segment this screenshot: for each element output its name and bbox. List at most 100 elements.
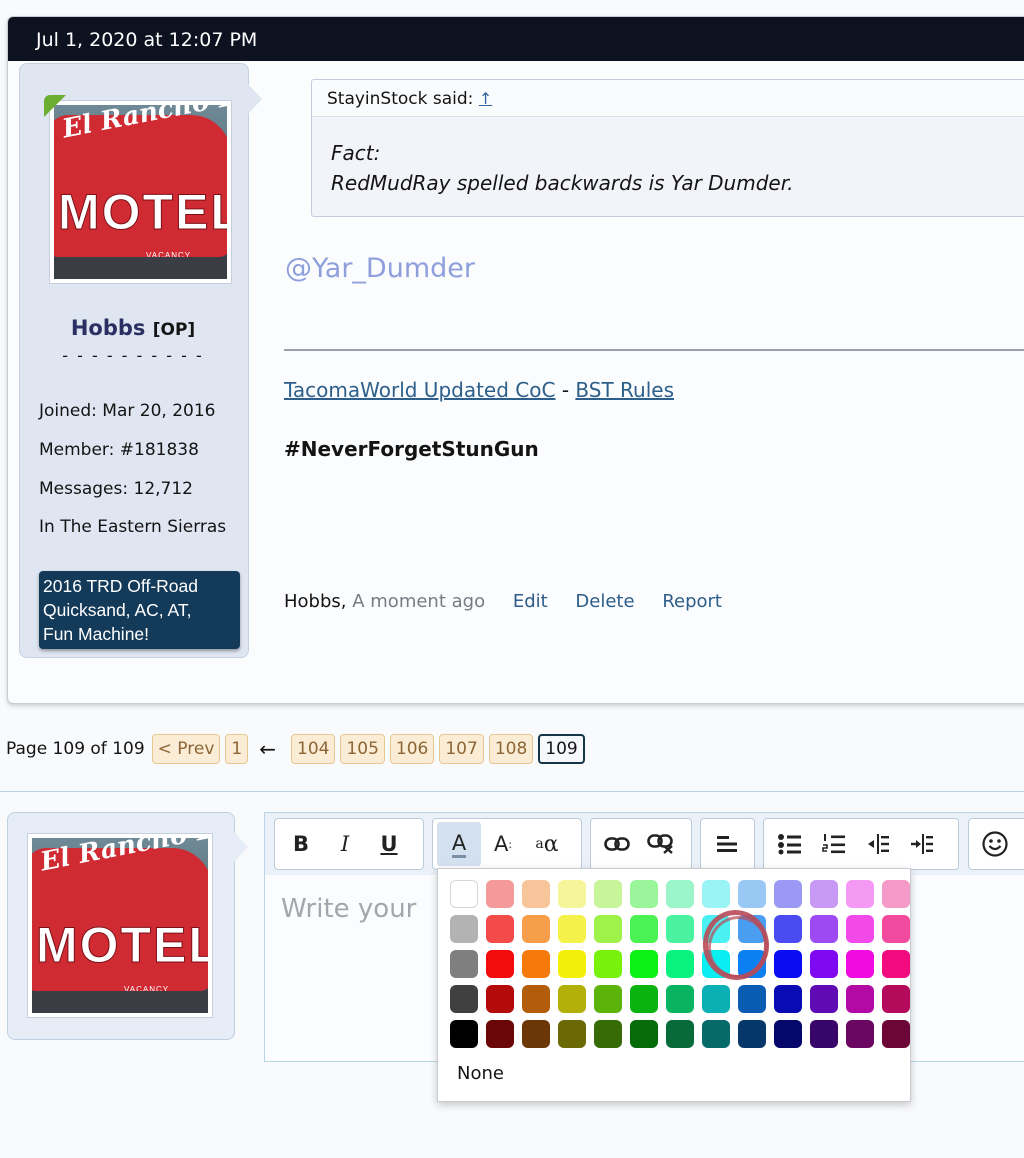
color-swatch[interactable] bbox=[666, 985, 694, 1013]
color-swatch[interactable] bbox=[486, 1020, 514, 1048]
color-swatch[interactable] bbox=[594, 985, 622, 1013]
color-swatch[interactable] bbox=[666, 1020, 694, 1048]
outdent-icon bbox=[868, 834, 889, 854]
color-swatch[interactable] bbox=[738, 880, 766, 908]
page-1-button[interactable]: 1 bbox=[225, 734, 249, 764]
user-mention[interactable]: @Yar_Dumder bbox=[285, 253, 475, 284]
align-button[interactable] bbox=[705, 822, 749, 866]
meta-time[interactable]: A moment ago bbox=[352, 591, 485, 612]
report-link[interactable]: Report bbox=[662, 591, 722, 612]
color-swatch[interactable] bbox=[594, 915, 622, 943]
color-swatch[interactable] bbox=[738, 985, 766, 1013]
color-swatch[interactable] bbox=[594, 950, 622, 978]
color-palette-dropdown: None bbox=[437, 868, 911, 1102]
smilie-button[interactable] bbox=[973, 822, 1017, 866]
color-swatch[interactable] bbox=[702, 880, 730, 908]
font-family-button[interactable]: aα bbox=[525, 822, 569, 866]
meta-author[interactable]: Hobbs, bbox=[284, 591, 347, 612]
indent-button[interactable] bbox=[900, 822, 944, 866]
bullet-list-button[interactable] bbox=[768, 822, 812, 866]
color-swatch[interactable] bbox=[450, 1020, 478, 1048]
color-swatch[interactable] bbox=[774, 915, 802, 943]
color-swatch[interactable] bbox=[702, 1020, 730, 1048]
coc-link[interactable]: TacomaWorld Updated CoC bbox=[284, 378, 555, 402]
username-text[interactable]: Hobbs bbox=[71, 316, 146, 340]
username[interactable]: Hobbs [OP] bbox=[19, 316, 247, 340]
color-swatch[interactable] bbox=[810, 915, 838, 943]
color-swatch[interactable] bbox=[450, 985, 478, 1013]
color-swatch[interactable] bbox=[810, 1020, 838, 1048]
color-swatch[interactable] bbox=[774, 1020, 802, 1048]
color-swatch[interactable] bbox=[882, 915, 910, 943]
color-swatch[interactable] bbox=[774, 985, 802, 1013]
color-swatch[interactable] bbox=[450, 915, 478, 943]
no-color-option[interactable]: None bbox=[457, 1063, 504, 1084]
color-swatch[interactable] bbox=[522, 880, 550, 908]
color-swatch[interactable] bbox=[558, 880, 586, 908]
color-swatch[interactable] bbox=[738, 1020, 766, 1048]
quote-jump-link[interactable]: ↑ bbox=[479, 89, 492, 108]
color-swatch[interactable] bbox=[522, 1020, 550, 1048]
color-swatch[interactable] bbox=[846, 915, 874, 943]
color-swatch[interactable] bbox=[882, 985, 910, 1013]
color-swatch[interactable] bbox=[882, 880, 910, 908]
color-swatch[interactable] bbox=[846, 950, 874, 978]
color-swatch[interactable] bbox=[846, 1020, 874, 1048]
color-swatch[interactable] bbox=[450, 950, 478, 978]
color-swatch[interactable] bbox=[522, 985, 550, 1013]
reply-avatar[interactable]: El Rancho Boulder MOTEL VACANCY bbox=[27, 833, 213, 1018]
color-swatch[interactable] bbox=[882, 950, 910, 978]
color-swatch[interactable] bbox=[666, 880, 694, 908]
color-swatch[interactable] bbox=[522, 950, 550, 978]
font-size-button[interactable]: A: bbox=[481, 822, 525, 866]
page-104-button[interactable]: 104 bbox=[291, 734, 336, 764]
text-color-button[interactable]: A bbox=[437, 822, 481, 866]
page-106-button[interactable]: 106 bbox=[389, 734, 435, 764]
delete-link[interactable]: Delete bbox=[575, 591, 634, 612]
color-swatch[interactable] bbox=[486, 985, 514, 1013]
color-swatch[interactable] bbox=[810, 985, 838, 1013]
color-swatch[interactable] bbox=[882, 1020, 910, 1048]
color-swatch[interactable] bbox=[666, 915, 694, 943]
color-swatch[interactable] bbox=[486, 915, 514, 943]
color-swatch[interactable] bbox=[558, 985, 586, 1013]
page-108-button[interactable]: 108 bbox=[488, 734, 534, 764]
insert-link-button[interactable] bbox=[595, 822, 639, 866]
color-swatch[interactable] bbox=[450, 880, 478, 908]
color-swatch[interactable] bbox=[486, 950, 514, 978]
color-swatch[interactable] bbox=[630, 985, 658, 1013]
color-swatch[interactable] bbox=[558, 1020, 586, 1048]
numbered-list-button[interactable] bbox=[812, 822, 856, 866]
outdent-button[interactable] bbox=[856, 822, 900, 866]
edit-link[interactable]: Edit bbox=[513, 591, 548, 612]
color-swatch[interactable] bbox=[522, 915, 550, 943]
page-107-button[interactable]: 107 bbox=[439, 734, 484, 764]
color-swatch[interactable] bbox=[486, 880, 514, 908]
color-swatch[interactable] bbox=[558, 915, 586, 943]
color-swatch[interactable] bbox=[774, 880, 802, 908]
page-105-button[interactable]: 105 bbox=[340, 734, 385, 764]
color-swatch[interactable] bbox=[630, 1020, 658, 1048]
editor-placeholder[interactable]: Write your bbox=[281, 894, 416, 924]
color-swatch[interactable] bbox=[702, 985, 730, 1013]
color-swatch[interactable] bbox=[630, 915, 658, 943]
color-swatch[interactable] bbox=[666, 950, 694, 978]
page-gap-arrow-icon[interactable]: ← bbox=[259, 737, 276, 761]
bold-button[interactable]: B bbox=[279, 822, 323, 866]
post-avatar[interactable]: El Rancho Boulder MOTEL VACANCY bbox=[49, 100, 232, 284]
color-swatch[interactable] bbox=[594, 1020, 622, 1048]
italic-button[interactable]: I bbox=[323, 822, 367, 866]
color-swatch[interactable] bbox=[630, 950, 658, 978]
color-swatch[interactable] bbox=[846, 880, 874, 908]
color-swatch[interactable] bbox=[846, 985, 874, 1013]
bst-rules-link[interactable]: BST Rules bbox=[575, 378, 674, 402]
color-swatch[interactable] bbox=[558, 950, 586, 978]
color-swatch[interactable] bbox=[774, 950, 802, 978]
color-swatch[interactable] bbox=[630, 880, 658, 908]
prev-page-button[interactable]: < Prev bbox=[151, 734, 221, 764]
color-swatch[interactable] bbox=[810, 950, 838, 978]
color-swatch[interactable] bbox=[594, 880, 622, 908]
color-swatch[interactable] bbox=[810, 880, 838, 908]
remove-link-button[interactable] bbox=[639, 822, 683, 866]
underline-button[interactable]: U bbox=[367, 822, 411, 866]
